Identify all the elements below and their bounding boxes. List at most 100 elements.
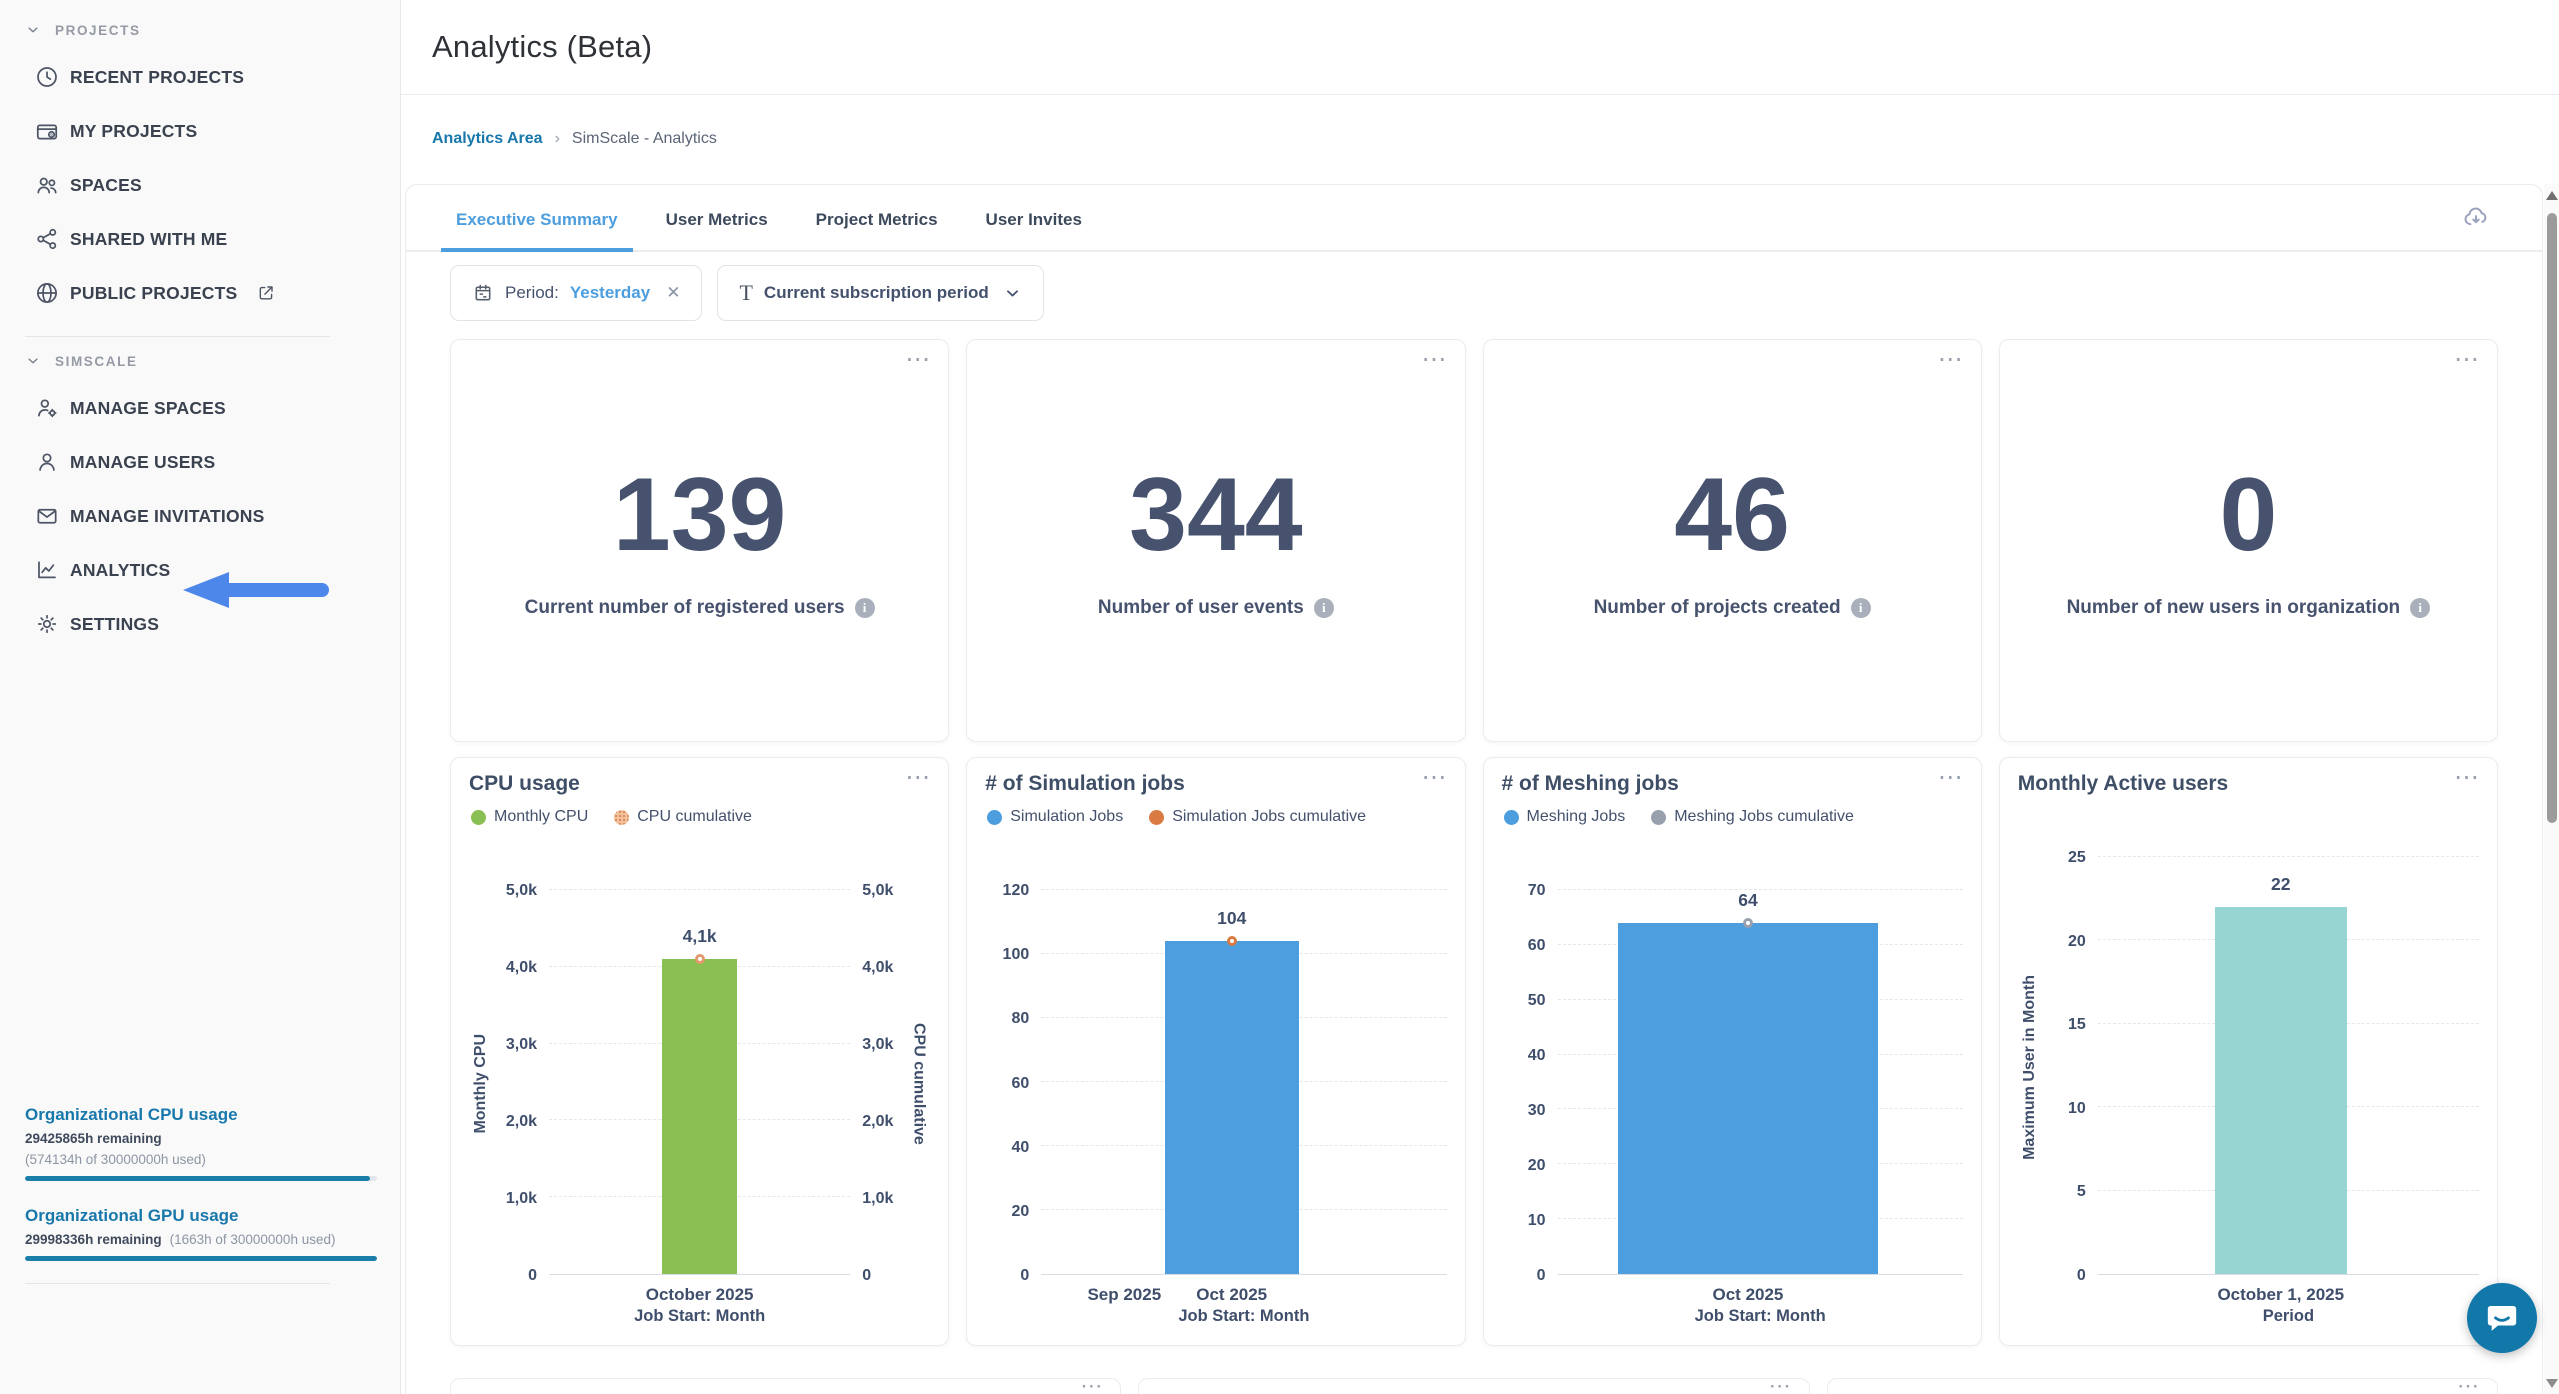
info-icon[interactable]: i xyxy=(1851,598,1871,618)
main-area: Analytics (Beta) Analytics Area › SimSca… xyxy=(401,0,2559,1394)
gear-icon[interactable] xyxy=(349,1327,374,1352)
tab-user-invites[interactable]: User Invites xyxy=(980,210,1088,250)
gpu-usage-remaining: 29998336h remaining xyxy=(25,1232,162,1247)
calendar-icon xyxy=(472,282,494,304)
share-icon xyxy=(34,226,60,252)
ellipsis-menu-icon[interactable]: ⋯ xyxy=(2457,1373,2479,1394)
legend-dot-icon xyxy=(614,810,629,825)
breadcrumb-home-link[interactable]: Analytics Area xyxy=(432,130,543,148)
chart-header: # of Meshing jobs xyxy=(1502,772,1963,796)
ellipsis-menu-icon[interactable]: ⋯ xyxy=(905,344,930,374)
close-icon[interactable]: ✕ xyxy=(666,283,680,303)
people-icon xyxy=(34,172,60,198)
axis-tick-label: 15 xyxy=(2068,1016,2086,1034)
chevron-down-icon[interactable] xyxy=(1003,284,1022,303)
kpi-label: Number of projects created xyxy=(1594,597,1841,619)
scrollbar-thumb[interactable] xyxy=(2547,213,2557,823)
gpu-usage-progressbar xyxy=(25,1256,377,1261)
ellipsis-menu-icon[interactable]: ⋯ xyxy=(905,762,930,792)
filters-row: Period: Yesterday ✕ T Current subscripti… xyxy=(406,252,2542,321)
axis-tick-label: 3,0k xyxy=(862,1036,893,1054)
axis-tick-label: 40 xyxy=(1528,1047,1546,1065)
legend-item: Meshing Jobs cumulative xyxy=(1651,808,1854,826)
sidebar-item-public-projects[interactable]: PUBLIC PROJECTS xyxy=(0,266,400,320)
ellipsis-menu-icon[interactable]: ⋯ xyxy=(1422,762,1447,792)
x-axis-tick-label: Oct 2025 xyxy=(1713,1285,1784,1305)
cpu-usage-link[interactable]: Organizational CPU usage xyxy=(25,1105,352,1125)
legend-item: Simulation Jobs cumulative xyxy=(1149,808,1366,826)
organization-usage-panel: Organizational CPU usage 29425865h remai… xyxy=(0,1105,400,1261)
info-icon[interactable]: i xyxy=(1314,598,1334,618)
sidebar-item-label: MANAGE SPACES xyxy=(70,398,226,419)
clock-icon xyxy=(34,64,60,90)
axis-tick-label: 4,0k xyxy=(506,959,537,977)
sidebar-item-settings[interactable]: SETTINGS xyxy=(0,597,400,651)
ellipsis-menu-icon[interactable]: ⋯ xyxy=(1938,344,1963,374)
gpu-usage-block: Organizational GPU usage 29998336h remai… xyxy=(25,1206,352,1261)
scrollbar-down-arrow-icon[interactable] xyxy=(2546,1379,2558,1388)
sidebar-item-manage-users[interactable]: MANAGE USERS xyxy=(0,435,400,489)
vertical-scrollbar[interactable] xyxy=(2544,184,2559,1394)
bar-monthly-cpu xyxy=(662,959,737,1274)
legend-dot-icon xyxy=(1149,810,1164,825)
x-axis-tick-label: Sep 2025 xyxy=(1087,1285,1161,1305)
sidebar-section-header-projects[interactable]: PROJECTS xyxy=(0,10,400,50)
kpi-card-number-of-new-users-in-organization: ⋯0Number of new users in organizationi xyxy=(1999,339,2498,742)
chat-launcher-button[interactable] xyxy=(2467,1283,2537,1353)
axis-tick-label: 5,0k xyxy=(862,882,893,900)
kpi-label-row: Number of user eventsi xyxy=(1078,597,1354,619)
axis-tick-label: 80 xyxy=(1011,1010,1029,1028)
cloud-download-icon[interactable] xyxy=(2462,204,2490,232)
sidebar-item-manage-invitations[interactable]: MANAGE INVITATIONS xyxy=(0,489,400,543)
gpu-usage-link[interactable]: Organizational GPU usage xyxy=(25,1206,352,1226)
text-filter-icon: T xyxy=(739,282,752,304)
chart-card-of-simulation-jobs: # of Simulation jobs⋯Simulation JobsSimu… xyxy=(966,757,1465,1346)
sidebar-item-spaces[interactable]: SPACES xyxy=(0,158,400,212)
scrollbar-up-arrow-icon[interactable] xyxy=(2546,191,2558,200)
sidebar-item-analytics[interactable]: ANALYTICS xyxy=(0,543,400,597)
x-axis-title: Job Start: Month xyxy=(1558,1307,1963,1333)
legend-item: Simulation Jobs xyxy=(987,808,1123,826)
gridline xyxy=(1558,889,1963,890)
bar-maximum-user-in-month xyxy=(2215,907,2347,1274)
kpi-label-row: Number of projects created i xyxy=(1574,597,1891,619)
info-icon[interactable]: i xyxy=(855,598,875,618)
kpi-value: 46 xyxy=(1674,463,1790,567)
axis-tick-labels: 01,0k2,0k3,0k4,0k5,0k xyxy=(493,835,549,1275)
axis-tick-label: 20 xyxy=(1011,1203,1029,1221)
axis-tick-label: 5,0k xyxy=(506,882,537,900)
tab-executive-summary[interactable]: Executive Summary xyxy=(450,210,624,250)
subscription-period-filter-chip[interactable]: T Current subscription period xyxy=(717,265,1043,321)
ellipsis-menu-icon[interactable]: ⋯ xyxy=(2454,344,2479,374)
legend-dot-icon xyxy=(1651,810,1666,825)
period-filter-chip[interactable]: Period: Yesterday ✕ xyxy=(450,265,702,321)
gridline xyxy=(1041,889,1446,890)
legend-label: Monthly CPU xyxy=(494,808,588,826)
sidebar-item-my-projects[interactable]: MY PROJECTS xyxy=(0,104,400,158)
sidebar-item-manage-spaces[interactable]: MANAGE SPACES xyxy=(0,381,400,435)
chart-legend: Meshing JobsMeshing Jobs cumulative xyxy=(1502,805,1963,829)
axis-tick-label: 4,0k xyxy=(862,959,893,977)
tab-project-metrics[interactable]: Project Metrics xyxy=(810,210,944,250)
chart-body: Maximum User in Month051015202522October… xyxy=(2018,802,2479,1333)
tab-user-metrics[interactable]: User Metrics xyxy=(660,210,774,250)
ellipsis-menu-icon[interactable]: ⋯ xyxy=(1422,344,1447,374)
sidebar-item-shared-with-me[interactable]: SHARED WITH ME xyxy=(0,212,400,266)
plot-column: 104Sep 2025Oct 2025Job Start: Month xyxy=(1041,835,1446,1333)
left-axis-ticks: 020406080100120 xyxy=(985,835,1041,1333)
sidebar-section-header-simscale[interactable]: SIMSCALE xyxy=(0,341,400,381)
ellipsis-menu-icon[interactable]: ⋯ xyxy=(1080,1373,1102,1394)
period-filter-value[interactable]: Yesterday xyxy=(570,283,650,303)
ellipsis-menu-icon[interactable]: ⋯ xyxy=(2454,762,2479,792)
gear-icon xyxy=(34,611,60,637)
chart-legend: Simulation Jobs Simulation Jobs cumulativ… xyxy=(985,805,1446,829)
x-axis-ticks: October 1, 2025 xyxy=(2098,1275,2479,1307)
line-chart-icon xyxy=(34,557,60,583)
x-axis-title: Job Start: Month xyxy=(1041,1307,1446,1333)
plot-area: 22 xyxy=(2098,802,2479,1275)
chart-legend: Monthly CPUCPU cumulative xyxy=(469,805,930,829)
sidebar-item-recent-projects[interactable]: RECENT PROJECTS xyxy=(0,50,400,104)
info-icon[interactable]: i xyxy=(2410,598,2430,618)
ellipsis-menu-icon[interactable]: ⋯ xyxy=(1938,762,1963,792)
ellipsis-menu-icon[interactable]: ⋯ xyxy=(1769,1373,1791,1394)
